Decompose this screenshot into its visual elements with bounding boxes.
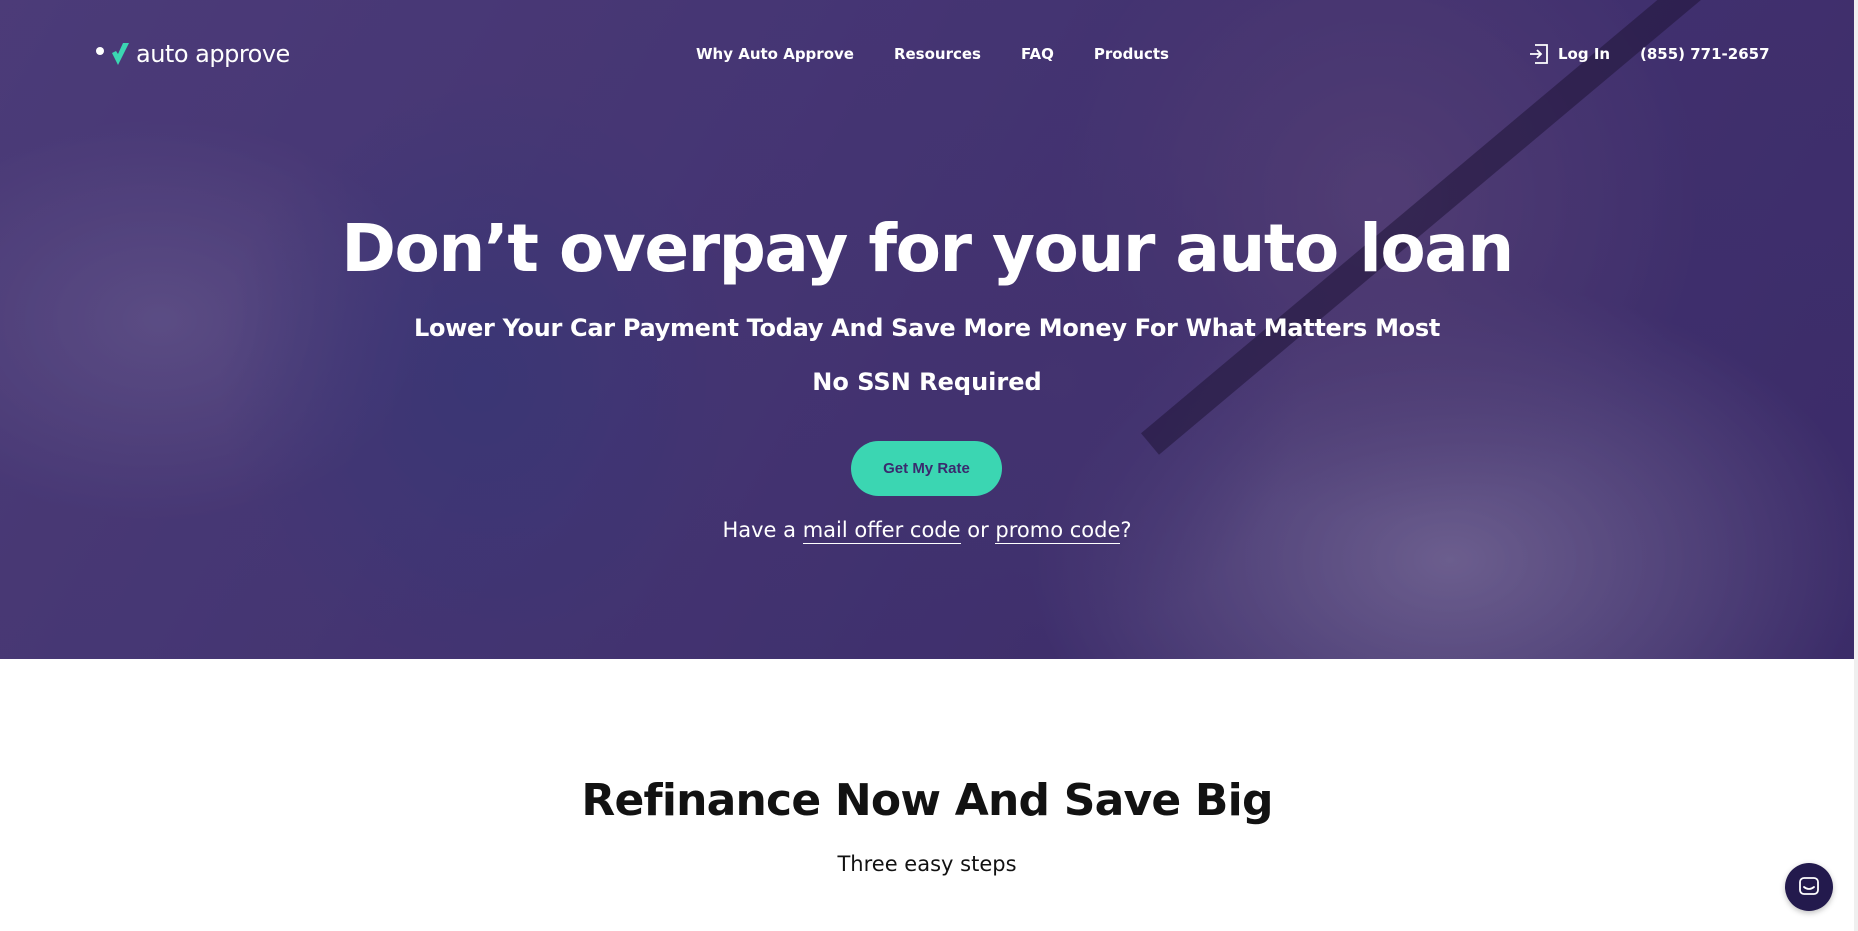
- page-scrollbar[interactable]: [1854, 0, 1858, 931]
- logo-wordmark: auto approve: [136, 40, 290, 68]
- get-my-rate-button[interactable]: Get My Rate: [851, 441, 1002, 496]
- promo-suffix: ?: [1120, 518, 1132, 542]
- no-ssn-notice: No SSN Required: [812, 368, 1042, 396]
- hero-subheadline: Lower Your Car Payment Today And Save Mo…: [413, 314, 1441, 342]
- hero-banner: auto approve Why Auto Approve Resources …: [0, 0, 1858, 659]
- mail-offer-code-link[interactable]: mail offer code: [802, 518, 961, 544]
- phone-number-link[interactable]: (855) 771-2657: [1640, 45, 1770, 63]
- promo-code-link[interactable]: promo code: [995, 518, 1121, 544]
- login-arrow-icon: [1530, 44, 1548, 64]
- section-title: Refinance Now And Save Big: [581, 775, 1273, 826]
- nav-link-why-auto-approve[interactable]: Why Auto Approve: [696, 45, 854, 63]
- site-logo[interactable]: auto approve: [96, 40, 290, 68]
- nav-link-faq[interactable]: FAQ: [1021, 45, 1054, 63]
- promo-or: or: [967, 518, 989, 542]
- chat-bubble-icon: [1799, 877, 1819, 895]
- hero-headline: Don’t overpay for your auto loan: [341, 210, 1514, 287]
- nav-link-resources[interactable]: Resources: [894, 45, 981, 63]
- login-label: Log In: [1558, 45, 1611, 63]
- chat-launcher-button[interactable]: [1785, 863, 1833, 911]
- promo-prefix: Have a: [722, 518, 796, 542]
- login-button[interactable]: Log In: [1528, 43, 1610, 65]
- promo-code-prompt: Have a mail offer code or promo code?: [0, 518, 1854, 544]
- main-navigation: Why Auto Approve Resources FAQ Products: [696, 45, 1169, 63]
- nav-link-products[interactable]: Products: [1094, 45, 1169, 63]
- section-subtitle: Three easy steps: [837, 852, 1017, 876]
- checkmark-logo-icon: [112, 43, 129, 65]
- logo-dot: [96, 47, 104, 55]
